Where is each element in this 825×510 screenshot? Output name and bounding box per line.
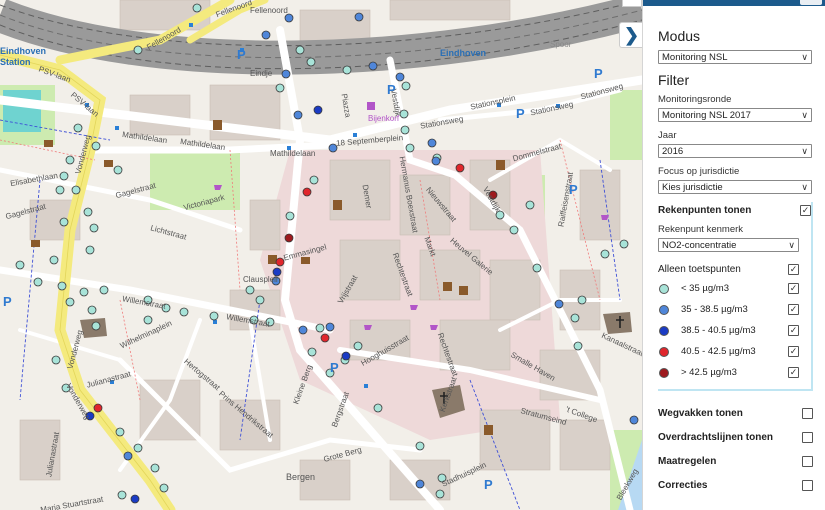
legend-item: 38.5 - 40.5 µg/m3 ✓ [658,320,799,341]
shop-icon [367,102,375,110]
overdracht-row: Overdrachtslijnen tonen [658,425,813,449]
museum-icon [104,160,113,167]
museum-icon [31,240,40,247]
maatregelen-row: Maatregelen [658,449,813,473]
panel-topbar [643,0,825,6]
theatre-icon [443,282,452,291]
theatre-icon [459,286,468,295]
jaar-select[interactable]: 2016 ∨ [658,144,812,158]
chevron-down-icon: ∨ [801,109,808,120]
ronde-select-value: Monitoring NSL 2017 [662,109,751,121]
filter-heading: Filter [658,72,690,88]
parking-icon: P [569,182,578,197]
legend-dot [659,304,669,315]
museum-icon [44,140,53,147]
legend-item: > 42.5 µg/m3 ✓ [658,362,799,383]
map-control-button[interactable] [622,0,642,7]
place-label: Eindhoven [0,46,47,56]
maatregelen-checkbox[interactable] [802,455,813,467]
pond [3,90,41,132]
modus-heading: Modus [658,28,701,44]
correcties-checkbox[interactable] [802,479,813,491]
chevron-down-icon: ∨ [801,181,808,192]
overdracht-label: Overdrachtslijnen tonen [658,431,774,443]
filter-panel: Modus Monitoring NSL ∨ Filter Monitorings… [642,0,825,510]
modus-select[interactable]: Monitoring NSL ∨ [658,50,812,64]
kenmerk-select-value: NO2-concentratie [662,239,737,251]
map-canvas [0,0,642,510]
rekenpunten-row: Rekenpunten tonen ✓ [658,202,811,218]
place-label: Eindhoven [440,48,487,58]
parking-icon: P [237,47,246,62]
street-label: Clausplein [243,275,281,284]
toetspunten-checkbox[interactable]: ✓ [788,263,799,275]
ronde-label: Monitoringsronde [658,94,732,105]
cinema-icon [496,160,505,170]
legend-label: 35 - 38.5 µg/m3 [681,304,748,315]
focus-select[interactable]: Kies jurisdictie ∨ [658,180,812,194]
panel-topbar-button[interactable] [800,0,822,5]
maatregelen-label: Maatregelen [658,455,717,467]
legend: < 35 µg/m3 ✓ 35 - 38.5 µg/m3 ✓ 38.5 - 40.5… [658,278,811,383]
chevron-down-icon: ∨ [801,145,808,156]
rekenpunten-section: Rekenpunten tonen ✓ Rekenpunt kenmerk NO… [658,202,813,391]
street-label: Fellenoord [250,6,288,15]
kenmerk-label: Rekenpunt kenmerk [658,224,744,235]
legend-checkbox[interactable]: ✓ [788,346,799,357]
street-label: Eindje [250,69,273,78]
legend-checkbox[interactable]: ✓ [788,283,799,294]
legend-dot [659,367,669,378]
place-label: Spoor [550,40,572,49]
chevron-down-icon: ∨ [801,51,808,62]
jaar-select-value: 2016 [662,145,684,157]
legend-label: 40.5 - 42.5 µg/m3 [681,346,756,357]
toetspunten-label: Alleen toetspunten [658,263,741,275]
kenmerk-select[interactable]: NO2-concentratie ∨ [658,238,799,252]
hotel-icon [484,425,493,435]
modus-select-value: Monitoring NSL [662,51,728,63]
legend-label: 38.5 - 40.5 µg/m3 [681,325,756,336]
correcties-label: Correcties [658,479,708,491]
legend-item: < 35 µg/m3 ✓ [658,278,799,299]
rekenpunten-checkbox[interactable]: ✓ [800,204,811,216]
wegvakken-label: Wegvakken tonen [658,407,743,419]
wegvakken-checkbox[interactable] [802,407,813,419]
legend-dot [659,283,669,294]
place-label: Station [0,57,31,67]
parking-icon: P [330,360,339,375]
chevron-right-icon[interactable]: ❯ [619,22,642,48]
rekenpunten-label: Rekenpunten tonen [658,204,752,216]
legend-checkbox[interactable]: ✓ [788,367,799,378]
wegvakken-row: Wegvakken tonen [658,401,813,425]
legend-checkbox[interactable]: ✓ [788,325,799,336]
map-view[interactable]: Fellenoord Fellenoord Fellenoord PSV-laa… [0,0,642,510]
focus-select-value: Kies jurisdictie [662,181,723,193]
legend-dot [659,346,669,357]
correcties-row: Correcties [658,473,813,497]
ronde-select[interactable]: Monitoring NSL 2017 ∨ [658,108,812,122]
chevron-down-icon: ∨ [788,239,795,250]
parking-icon: P [484,477,493,492]
overdracht-checkbox[interactable] [802,431,813,443]
street-label: Mathildelaan [270,149,316,158]
legend-label: > 42.5 µg/m3 [681,367,737,378]
area-label: Bergen [286,472,316,482]
legend-label: < 35 µg/m3 [681,283,729,294]
museum-icon [301,257,310,264]
legend-item: 35 - 38.5 µg/m3 ✓ [658,299,799,320]
cinema-icon [333,200,342,210]
toetspunten-row: Alleen toetspunten ✓ [658,260,811,278]
parking-icon: P [387,82,396,97]
parking-icon: P [594,66,603,81]
shop-label: Bijenkorf [368,114,400,123]
legend-checkbox[interactable]: ✓ [788,304,799,315]
legend-dot [659,325,669,336]
focus-label: Focus op jurisdictie [658,166,740,177]
jaar-label: Jaar [658,130,677,141]
parking-icon: P [516,106,525,121]
parking-icon: P [3,294,12,309]
legend-item: 40.5 - 42.5 µg/m3 ✓ [658,341,799,362]
hotel-icon [213,120,222,130]
